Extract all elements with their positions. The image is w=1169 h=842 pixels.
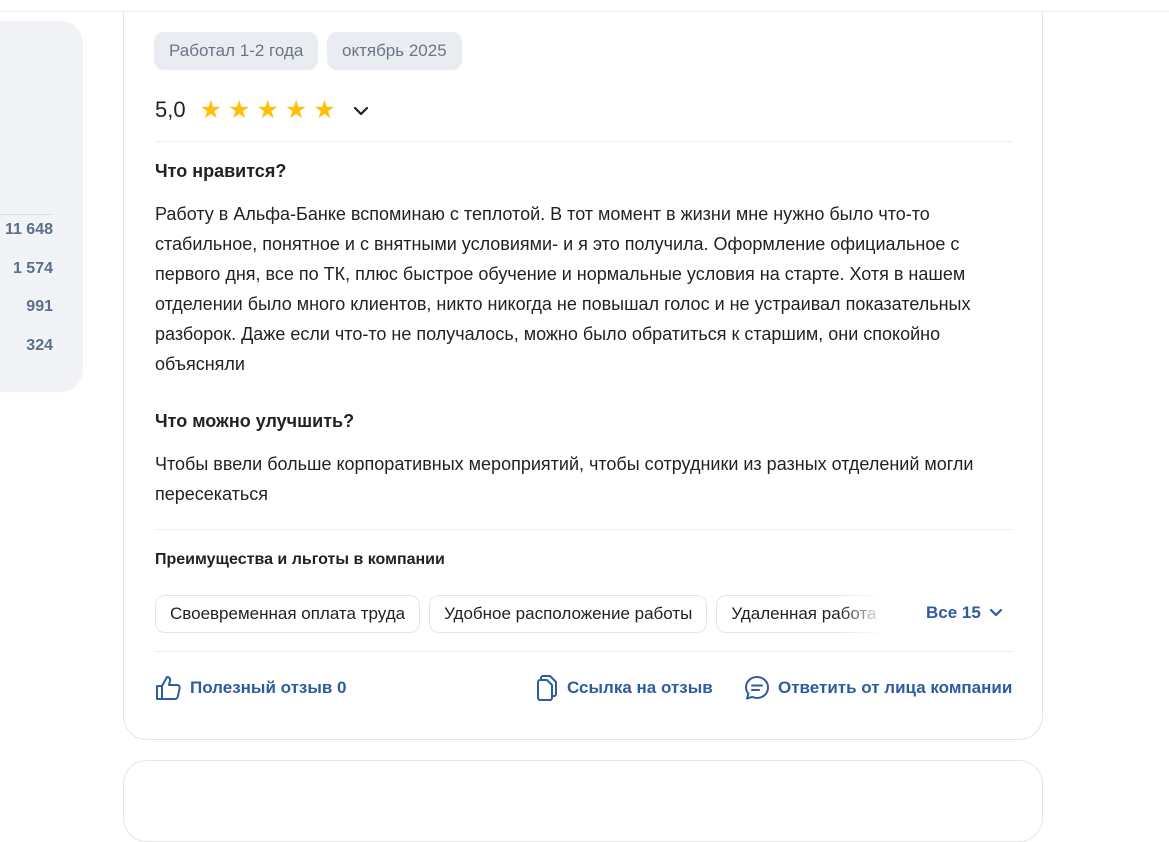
- date-tag: октябрь 2025: [327, 32, 462, 70]
- improve-text: Чтобы ввели больше корпоративных меропри…: [155, 454, 974, 504]
- rating-value: 5,0: [155, 97, 186, 122]
- reply-as-company-button[interactable]: Ответить от лица компании: [744, 675, 1012, 701]
- benefits-list: Своевременная оплата труда Удобное распол…: [155, 595, 880, 633]
- stat-value: 991: [26, 298, 53, 315]
- rating-stars: ★ ★ ★ ★ ★: [199, 95, 336, 124]
- thumbs-up-icon: [156, 676, 181, 700]
- chips-fade: [840, 595, 884, 633]
- benefit-chip: Удобное расположение работы: [429, 595, 708, 633]
- stats-divider: [0, 214, 52, 215]
- sticky-header-edge: [0, 0, 1169, 12]
- show-all-benefits-button[interactable]: Все 15: [926, 603, 1003, 623]
- divider: [155, 529, 1013, 530]
- chevron-down-icon: [989, 608, 1002, 617]
- show-all-label: Все 15: [926, 603, 981, 622]
- chevron-down-icon[interactable]: [352, 104, 370, 118]
- stat-value: 1 574: [12, 260, 53, 277]
- stat-value: 324: [26, 337, 53, 354]
- divider: [155, 651, 1013, 652]
- star-icon: ★: [284, 95, 308, 124]
- copy-icon: [537, 675, 557, 701]
- benefits-title: Преимущества и льготы в компании: [155, 551, 445, 568]
- star-icon: ★: [228, 95, 251, 124]
- useful-review-label: Полезный отзыв 0: [190, 678, 347, 697]
- rating: 5,0 ★ ★ ★ ★ ★: [155, 97, 336, 123]
- next-review-card: [123, 760, 1043, 842]
- experience-tag: Работал 1-2 года: [154, 32, 319, 70]
- copy-link-button[interactable]: Ссылка на отзыв: [535, 675, 713, 701]
- useful-review-button[interactable]: Полезный отзыв 0: [155, 675, 347, 701]
- reply-as-company-label: Ответить от лица компании: [778, 678, 1013, 697]
- chat-bubble-icon: [745, 676, 769, 700]
- star-icon: ★: [313, 95, 336, 124]
- star-icon: ★: [256, 95, 279, 124]
- stat-value: 11 648: [4, 221, 53, 238]
- divider: [155, 141, 1013, 142]
- likes-text: Работу в Альфа-Банке вспоминаю с теплото…: [155, 204, 971, 374]
- likes-heading: Что нравится?: [155, 161, 287, 181]
- benefit-chip: Своевременная оплата труда: [155, 595, 421, 633]
- copy-link-label: Ссылка на отзыв: [567, 678, 713, 697]
- star-icon: ★: [199, 95, 223, 124]
- improve-heading: Что можно улучшить?: [155, 411, 355, 431]
